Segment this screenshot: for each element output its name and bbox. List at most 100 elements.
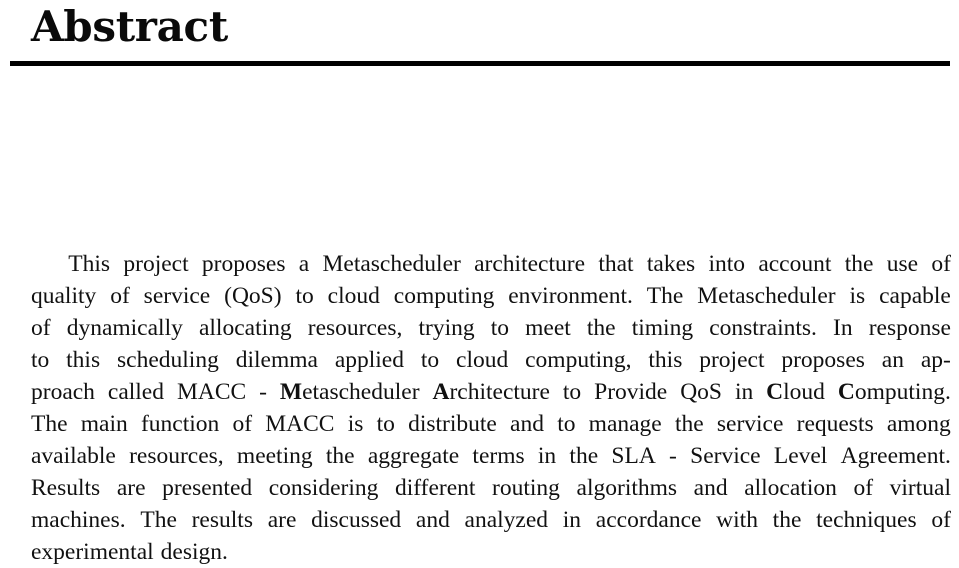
abstract-paragraph: This project proposes a Metascheduler archite…: [31, 248, 951, 568]
abstract-word: the: [844, 251, 874, 277]
abstract-word: project: [699, 347, 765, 373]
abstract-word: Metascheduler: [322, 251, 461, 277]
abstract-word: timing: [631, 315, 694, 341]
abstract-word: The: [140, 507, 177, 533]
abstract-word: Metascheduler: [279, 379, 420, 405]
emphasized-initial: C: [766, 379, 784, 405]
page-title: Abstract: [31, 2, 228, 51]
abstract-word: of: [110, 283, 130, 309]
abstract-word: and: [510, 411, 544, 437]
abstract-word: into: [708, 251, 746, 277]
abstract-line: The main function of MACC is to distribute and to…: [31, 408, 951, 440]
abstract-word: manage: [588, 411, 662, 437]
abstract-word: to: [376, 411, 395, 437]
abstract-word: environment.: [508, 283, 633, 309]
abstract-word: results: [191, 507, 253, 533]
abstract-word: to: [420, 347, 440, 373]
abstract-word: scheduling: [117, 347, 219, 373]
abstract-word: this: [648, 347, 683, 373]
abstract-word: in: [562, 507, 582, 533]
abstract-word: Cloud: [766, 379, 825, 405]
abstract-word: requests: [796, 411, 874, 437]
abstract-word: trying: [418, 315, 475, 341]
abstract-word: the: [586, 315, 616, 341]
abstract-word: are: [116, 475, 146, 501]
abstract-word: virtual: [889, 475, 951, 501]
abstract-word: ap-: [920, 347, 951, 373]
document-page: Abstract This project proposes a Metaschedul…: [0, 0, 959, 567]
abstract-word: this: [66, 347, 101, 373]
abstract-word: MACC: [176, 379, 247, 405]
abstract-word: different: [394, 475, 476, 501]
abstract-word: cloud: [327, 283, 380, 309]
abstract-word: The: [646, 283, 684, 309]
abstract-word: architecture: [474, 251, 586, 277]
abstract-word: design.: [160, 539, 228, 565]
abstract-word: the: [674, 411, 704, 437]
emphasized-initial: C: [837, 379, 855, 405]
abstract-word: proposes: [201, 251, 286, 277]
abstract-line: to this scheduling dilemma applied to cloud com…: [31, 344, 951, 376]
paragraph-indent: [31, 248, 55, 280]
abstract-line: Results are presented considering different r…: [31, 472, 951, 504]
abstract-word: distribute: [408, 411, 497, 437]
abstract-word: of: [931, 251, 951, 277]
abstract-word: account: [758, 251, 832, 277]
abstract-word: In: [833, 315, 853, 341]
abstract-word: -: [669, 443, 677, 469]
abstract-word: discussed: [311, 507, 402, 533]
abstract-word: that: [598, 251, 634, 277]
abstract-word: resources,: [129, 443, 224, 469]
abstract-word: presented: [162, 475, 253, 501]
abstract-word: of: [232, 411, 253, 437]
abstract-word: and: [693, 475, 728, 501]
abstract-line: available resources, meeting the aggregate te…: [31, 440, 951, 472]
abstract-word: service: [143, 283, 211, 309]
abstract-word: dynamically: [66, 315, 183, 341]
abstract-word: a: [298, 251, 310, 277]
abstract-word: machines.: [31, 507, 126, 533]
abstract-word: proposes: [781, 347, 865, 373]
abstract-word: QoS: [680, 379, 722, 405]
abstract-word: to: [31, 347, 50, 373]
abstract-word: in: [734, 379, 754, 405]
abstract-word: called: [107, 379, 164, 405]
abstract-word: accordance: [595, 507, 702, 533]
abstract-word: allocation: [744, 475, 837, 501]
emphasized-initial: M: [279, 379, 303, 405]
abstract-word: Metascheduler: [697, 283, 836, 309]
abstract-line: experimental design.: [31, 536, 951, 568]
abstract-word: the: [325, 443, 355, 469]
abstract-word: SLA: [611, 443, 656, 469]
abstract-word: is: [849, 283, 866, 309]
abstract-word: terms: [472, 443, 525, 469]
abstract-word: meet: [525, 315, 571, 341]
abstract-word: in: [537, 443, 557, 469]
title-divider: [10, 61, 950, 66]
abstract-word: Service: [690, 443, 761, 469]
abstract-word: Agreement.: [840, 443, 951, 469]
abstract-word: applied: [334, 347, 404, 373]
abstract-word: an: [881, 347, 904, 373]
abstract-word: Level: [773, 443, 828, 469]
abstract-word: available: [31, 443, 116, 469]
abstract-word: The: [31, 411, 68, 437]
abstract-word: routing: [492, 475, 560, 501]
abstract-word: is: [347, 411, 364, 437]
abstract-word: Provide: [594, 379, 668, 405]
abstract-word: function: [140, 411, 220, 437]
abstract-word: Architecture: [432, 379, 550, 405]
abstract-word: dilemma: [235, 347, 318, 373]
abstract-word: proach: [31, 379, 95, 405]
abstract-word: to: [295, 283, 314, 309]
abstract-word: resources,: [307, 315, 403, 341]
abstract-word: experimental: [31, 539, 154, 565]
abstract-word: are: [267, 507, 297, 533]
abstract-word: to: [557, 411, 576, 437]
abstract-word: of: [853, 475, 874, 501]
abstract-word: considering: [268, 475, 379, 501]
abstract-word: (QoS): [224, 283, 282, 309]
abstract-word: among: [886, 411, 951, 437]
abstract-word: service: [716, 411, 784, 437]
abstract-word: of: [931, 507, 951, 533]
